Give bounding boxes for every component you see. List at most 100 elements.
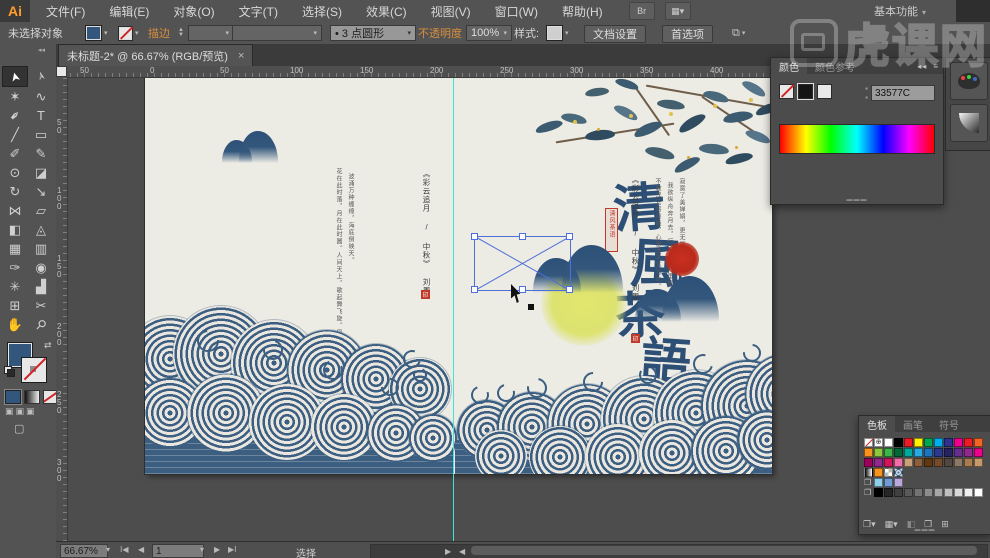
screen-mode-button[interactable]: ▢ xyxy=(14,422,24,435)
hand-tool[interactable]: ✋ xyxy=(2,315,28,334)
paintbrush-tool[interactable]: ✐ xyxy=(2,144,28,163)
tab-swatches[interactable]: 色板 xyxy=(859,416,895,433)
next-artboard-icon[interactable]: ▶ xyxy=(214,545,220,554)
symbol-sprayer-tool[interactable]: ✳ xyxy=(2,277,28,296)
selection-handle[interactable] xyxy=(471,233,478,240)
color-group-folder-icon[interactable]: ❐ xyxy=(864,488,873,497)
swatch-pattern[interactable] xyxy=(884,468,893,477)
draw-inside-icon[interactable]: ▣ xyxy=(26,406,35,417)
eraser-tool[interactable]: ◪ xyxy=(28,163,54,182)
first-artboard-icon[interactable]: Ⅰ◀ xyxy=(120,545,129,554)
swatch-color[interactable] xyxy=(884,478,893,487)
type-tool[interactable]: T xyxy=(28,106,54,125)
swatch-registration[interactable]: ⊕ xyxy=(874,438,883,447)
seal-stamp[interactable]: 印 xyxy=(631,334,640,343)
swatch-color[interactable] xyxy=(904,458,913,467)
line-segment-tool[interactable]: ╱ xyxy=(2,125,28,144)
scale-tool[interactable]: ↘ xyxy=(28,182,54,201)
swatch-color[interactable] xyxy=(884,488,893,497)
scroll-left-icon[interactable]: ◀ xyxy=(459,547,465,556)
menu-item-2[interactable]: 对象(O) xyxy=(161,0,226,23)
gradient-tool[interactable]: ▥ xyxy=(28,239,54,258)
swatch-color[interactable] xyxy=(884,438,893,447)
selection-handle[interactable] xyxy=(566,233,573,240)
selection-handle[interactable] xyxy=(519,233,526,240)
swatch-color[interactable] xyxy=(874,458,883,467)
swatch-color[interactable] xyxy=(914,448,923,457)
stroke-swatch[interactable] xyxy=(21,357,47,383)
opacity-link[interactable]: 不透明度 xyxy=(418,25,462,41)
magic-wand-tool[interactable]: ✶ xyxy=(2,87,28,106)
black-swatch[interactable] xyxy=(798,84,813,99)
opacity-field[interactable]: 100%▾ xyxy=(466,25,512,41)
eyedropper-tool[interactable]: ✑ xyxy=(2,258,28,277)
seal-stamp[interactable]: 印 xyxy=(421,290,430,299)
swatch-color[interactable] xyxy=(924,438,933,447)
zoom-tool[interactable]: ⚲ xyxy=(28,315,54,334)
swatch-color[interactable] xyxy=(894,478,903,487)
free-transform-tool[interactable]: ▱ xyxy=(28,201,54,220)
close-icon[interactable]: × xyxy=(238,50,244,62)
menu-item-4[interactable]: 选择(S) xyxy=(290,0,354,23)
swatch-color[interactable] xyxy=(924,488,933,497)
fill-color-swatch[interactable]: ▾ xyxy=(85,25,108,41)
swatch-color[interactable] xyxy=(864,448,873,457)
swatch-color[interactable] xyxy=(864,458,873,467)
pen-tool[interactable]: ✒ xyxy=(2,106,28,125)
rotate-tool[interactable]: ↻ xyxy=(2,182,28,201)
menu-item-5[interactable]: 效果(C) xyxy=(354,0,419,23)
poem-column[interactable]: 波涌万种缠绵，海底倒映天。 xyxy=(346,173,354,333)
slice-tool[interactable]: ✂ xyxy=(28,296,54,315)
stroke-color-swatch[interactable]: ▾ xyxy=(118,25,139,41)
direct-selection-tool[interactable]: ➢ xyxy=(28,66,54,85)
tab-brushes[interactable]: 画笔 xyxy=(895,416,931,433)
menu-item-8[interactable]: 帮助(H) xyxy=(550,0,615,23)
artboard-number-field[interactable]: 1 xyxy=(152,544,204,558)
swatch-gradient[interactable] xyxy=(864,468,873,477)
artboard-tool[interactable]: ⊞ xyxy=(2,296,28,315)
panel-resize-handle[interactable]: ▬▬▬ xyxy=(915,527,936,533)
blob-brush-tool[interactable]: ⊙ xyxy=(2,163,28,182)
zoom-level-field[interactable]: 66.67% xyxy=(60,544,108,558)
align-options-icon[interactable]: ⧉▾ xyxy=(732,25,745,41)
document-setup-button[interactable]: 文档设置 xyxy=(584,25,646,43)
swatch-pattern[interactable] xyxy=(894,468,903,477)
swatch-color[interactable] xyxy=(884,448,893,457)
new-swatch-icon[interactable]: ⊞ xyxy=(941,519,949,530)
selection-handle[interactable] xyxy=(566,286,573,293)
draw-behind-icon[interactable]: ▣ xyxy=(16,406,25,417)
horizontal-scrollbar[interactable]: ▶ ◀ xyxy=(370,544,988,558)
rectangle-tool[interactable]: ▭ xyxy=(28,125,54,144)
guide-line[interactable] xyxy=(453,77,454,541)
color-spectrum-bar[interactable] xyxy=(779,124,935,154)
swatch-color[interactable] xyxy=(914,488,923,497)
swatch-color[interactable] xyxy=(954,438,963,447)
ruler-origin-box[interactable] xyxy=(56,66,67,77)
menu-item-0[interactable]: 文件(F) xyxy=(34,0,97,23)
menu-item-1[interactable]: 编辑(E) xyxy=(97,0,161,23)
swatch-color[interactable] xyxy=(974,448,983,457)
style-swatch[interactable]: ▾ xyxy=(546,25,569,41)
document-tab[interactable]: 未标题-2* @ 66.67% (RGB/预览) × xyxy=(58,44,253,67)
default-fill-stroke-icon[interactable] xyxy=(4,366,14,376)
swatch-kinds-icon[interactable]: ▦▾ xyxy=(885,519,898,530)
brush-definition-dropdown[interactable]: • 3 点圆形▾ xyxy=(330,25,416,41)
scrollbar-thumb[interactable] xyxy=(471,546,977,555)
variable-width-profile-dropdown[interactable]: ▾ xyxy=(232,25,322,41)
swatch-color[interactable] xyxy=(874,488,883,497)
selection-tool[interactable]: ➤ xyxy=(2,66,28,87)
artboard-dropdown-icon[interactable]: ▾ xyxy=(200,545,204,554)
swatch-color[interactable] xyxy=(874,448,883,457)
mesh-tool[interactable]: ▦ xyxy=(2,239,28,258)
right-mountain-graphic[interactable] xyxy=(635,276,719,322)
tab-symbols[interactable]: 符号 xyxy=(931,416,967,433)
panel-collapse-icon[interactable]: ◂◂ xyxy=(38,46,45,54)
swatch-color[interactable] xyxy=(894,458,903,467)
swatch-color[interactable] xyxy=(874,478,883,487)
left-mountain-graphic[interactable] xyxy=(222,131,278,163)
swatch-color[interactable] xyxy=(944,448,953,457)
swatch-color[interactable] xyxy=(874,468,883,477)
swatch-color[interactable] xyxy=(944,488,953,497)
stroke-weight-field[interactable]: ▾ xyxy=(188,25,234,41)
swatch-color[interactable] xyxy=(904,488,913,497)
